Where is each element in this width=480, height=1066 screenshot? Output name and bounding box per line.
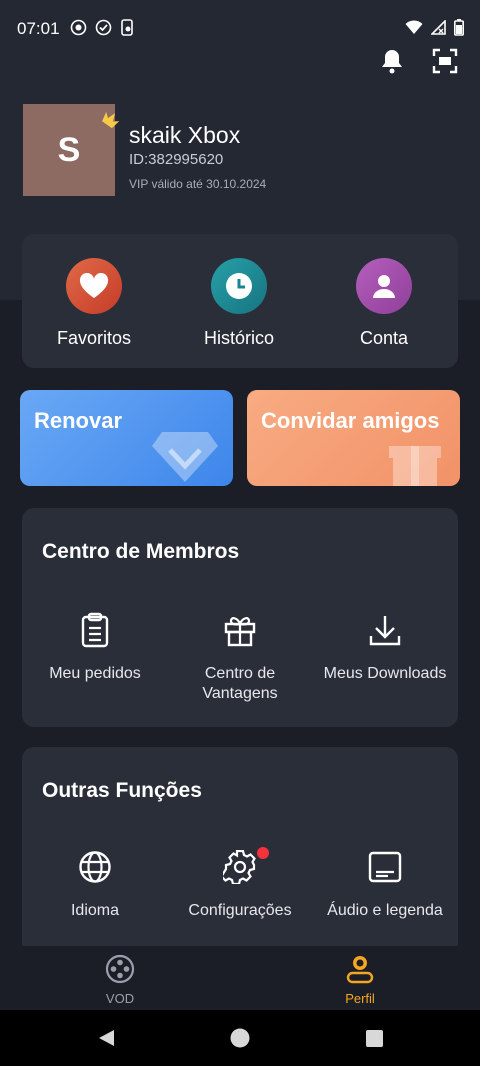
status-time: 07:01 [17,19,60,38]
heart-icon [66,258,122,314]
my-downloads-button[interactable]: Meus Downloads [310,610,460,684]
scan-icon[interactable] [432,48,458,74]
my-orders-button[interactable]: Meu pedidos [20,610,170,684]
clock-icon [211,258,267,314]
username: skaik Xbox [129,122,241,148]
avatar-initial: S [57,130,81,169]
nav-vod-label: VOD [105,991,135,1006]
check-circle-icon [95,19,112,36]
favorites-label: Favoritos [56,328,132,348]
history-label: Histórico [203,328,274,348]
language-label: Idioma [70,902,120,919]
quick-actions-card: Favoritos Histórico Conta [22,234,458,368]
favorites-button[interactable]: Favoritos [34,258,154,349]
gear-icon [223,850,256,884]
benefits-center-button[interactable]: Centro de Vantagens [165,610,315,704]
subtitles-icon [368,851,402,883]
recents-icon[interactable] [366,1030,383,1047]
vip-expiry: VIP válido até 30.10.2024 [129,177,267,191]
members-center-card: Centro de Membros Meu pedidos Centro de … [22,508,458,727]
profile-icon [346,956,374,984]
clipboard-icon [81,612,109,648]
renew-label: Renovar [34,408,123,433]
settings-label: Configurações [188,902,292,919]
wifi-icon [405,20,423,34]
globe-icon [79,851,111,883]
history-button[interactable]: Histórico [179,258,299,349]
language-button[interactable]: Idioma [20,847,170,921]
account-label: Conta [359,328,409,348]
audio-subtitles-button[interactable]: Áudio e legenda [310,847,460,921]
home-icon[interactable] [230,1028,250,1048]
back-icon[interactable] [96,1028,116,1048]
gift-box-icon [389,446,441,486]
film-reel-icon [105,954,135,984]
nav-profile-label: Perfil [345,991,375,1006]
record-icon [70,19,87,36]
system-navigation-bar [0,1010,480,1066]
other-functions-card: Outras Funções Idioma Configurações Áudi… [22,747,458,977]
diamond-icon [152,432,218,482]
invite-friends-banner[interactable]: Convidar amigos [247,390,460,486]
invite-friends-label: Convidar amigos [261,408,440,433]
benefits-center-label: Centro de Vantagens [202,665,278,702]
audio-subtitles-label: Áudio e legenda [327,902,443,919]
signal-icon [431,20,446,35]
nav-vod[interactable]: VOD [80,954,160,1006]
vip-crown-icon [102,111,120,129]
battery-icon [454,19,464,36]
person-icon [356,258,412,314]
download-icon [369,616,401,646]
my-downloads-label: Meus Downloads [323,665,447,682]
user-id: ID:382995620 [129,151,224,168]
renew-banner[interactable]: Renovar [20,390,233,486]
members-center-title: Centro de Membros [42,540,240,563]
account-button[interactable]: Conta [324,258,444,349]
other-functions-title: Outras Funções [42,779,202,802]
gift-icon [224,617,256,647]
my-orders-label: Meu pedidos [49,665,141,682]
bell-icon[interactable] [380,48,404,74]
notification-dot [257,847,269,859]
nav-profile[interactable]: Perfil [320,954,400,1006]
settings-button[interactable]: Configurações [165,847,315,921]
phone-sync-icon [121,19,133,36]
bottom-nav: VOD Perfil [0,946,480,1010]
